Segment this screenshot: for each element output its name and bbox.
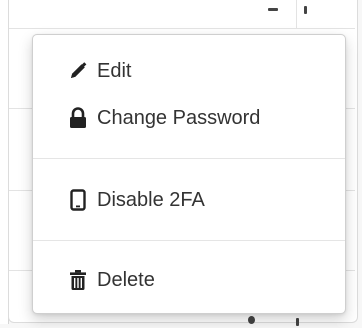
table-column-divider <box>296 0 297 28</box>
delete-label: Delete <box>97 268 155 291</box>
trash-icon <box>67 269 89 291</box>
menu-divider <box>33 158 345 159</box>
disable-2fa-label: Disable 2FA <box>97 188 205 211</box>
table-row-divider <box>9 28 355 29</box>
partial-icon <box>268 8 278 11</box>
partial-text <box>296 318 299 326</box>
actions-dropdown-menu: Edit Change Password Disable 2FA Delete <box>32 34 346 314</box>
partial-text <box>248 316 255 324</box>
screen: Edit Change Password Disable 2FA Delete <box>0 0 362 328</box>
lock-icon <box>67 107 89 129</box>
menu-divider <box>33 240 345 241</box>
change-password-label: Change Password <box>97 106 261 129</box>
edit-menu-item[interactable]: Edit <box>33 53 345 89</box>
disable-2fa-menu-item[interactable]: Disable 2FA <box>33 182 345 218</box>
mobile-phone-icon <box>67 189 89 211</box>
pencil-icon <box>67 60 89 82</box>
delete-menu-item[interactable]: Delete <box>33 262 345 298</box>
change-password-menu-item[interactable]: Change Password <box>33 100 345 136</box>
partial-icon <box>304 6 307 14</box>
edit-label: Edit <box>97 59 132 82</box>
